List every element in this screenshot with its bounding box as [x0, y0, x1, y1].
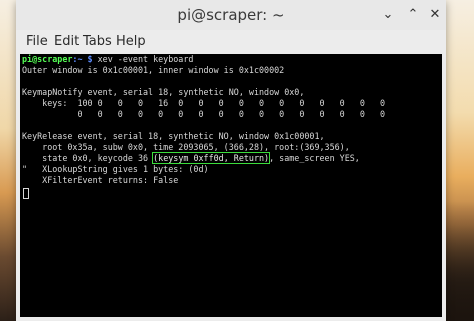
output-line-3: KeymapNotify event, serial 18, synthetic… [22, 87, 305, 97]
prompt-user: pi@scraper [22, 54, 73, 64]
close-button[interactable]: ✕ [427, 7, 443, 23]
prompt-path: :~ $ [72, 54, 93, 64]
output-line-7: KeyRelease event, serial 18, synthetic N… [22, 131, 325, 141]
titlebar[interactable]: pi@scraper: ~ ⌄ ⌃ ✕ [16, 0, 446, 30]
prompt-line: pi@scraper:~ $ xev -event keyboard [22, 54, 193, 65]
output-line-11: XFilterEvent returns: False [22, 175, 179, 185]
desktop-wallpaper-right [446, 0, 474, 321]
wallpaper-hill [446, 201, 474, 321]
output-line-10: " XLookupString gives 1 bytes: (0d) [22, 164, 209, 174]
output-line-9: state 0x0, keycode 36 (keysym 0xff0d, Re… [22, 152, 360, 164]
menu-help[interactable]: Help [112, 30, 150, 54]
menu-file[interactable]: File [22, 30, 52, 54]
terminal-cursor [23, 188, 29, 199]
desktop-wallpaper-left [0, 0, 16, 321]
output-line-9-pre: state 0x0, keycode 36 [22, 153, 154, 163]
menu-tabs[interactable]: Tabs [79, 30, 116, 54]
output-line-5: 0 0 0 0 0 0 0 0 0 0 0 0 0 0 0 0 [22, 109, 386, 119]
maximize-icon: ⌃ [407, 7, 419, 22]
menubar: File Edit Tabs Help [16, 30, 446, 54]
command-text: xev -event keyboard [92, 54, 194, 64]
maximize-button[interactable]: ⌃ [405, 7, 421, 23]
terminal-output[interactable]: pi@scraper:~ $ xev -event keyboard Outer… [20, 54, 442, 317]
close-icon: ✕ [429, 7, 441, 22]
minimize-button[interactable]: ⌄ [380, 7, 396, 23]
terminal-window: pi@scraper: ~ ⌄ ⌃ ✕ File Edit Tabs Help … [16, 0, 446, 321]
keysym-highlight: (keysym 0xff0d, Return) [152, 152, 271, 164]
output-line-8: root 0x35a, subw 0x0, time 2093065, (366… [22, 142, 350, 152]
output-line-1: Outer window is 0x1c00001, inner window … [22, 65, 285, 75]
minimize-icon: ⌄ [382, 7, 394, 22]
output-line-9-post: , same_screen YES, [269, 153, 360, 163]
output-line-4: keys: 100 0 0 0 16 0 0 0 0 0 0 0 0 0 0 0 [22, 98, 386, 108]
